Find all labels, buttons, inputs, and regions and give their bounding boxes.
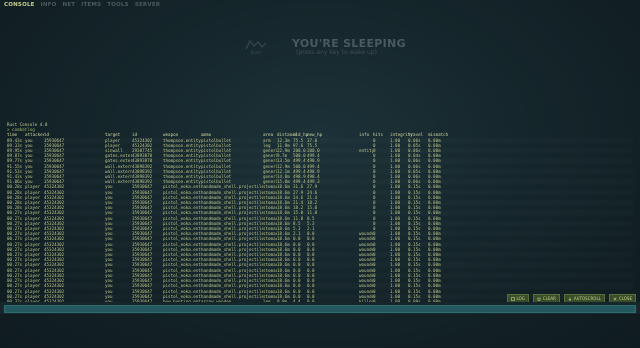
tab-items[interactable]: ITEMS bbox=[81, 2, 101, 8]
console-output[interactable]: Rust Console 4.0 > combatlog time attacke… bbox=[7, 122, 633, 304]
sleeping-overlay: Rust YOU'RE SLEEPING (press any key to w… bbox=[240, 36, 406, 58]
log-button-label: LOG bbox=[516, 296, 525, 301]
console-command-input[interactable] bbox=[4, 305, 636, 313]
autoscroll-button-label: AUTOSCROLL bbox=[573, 296, 601, 301]
tab-net[interactable]: NET bbox=[63, 2, 76, 8]
rust-logo: Rust bbox=[240, 40, 272, 56]
scroll-icon bbox=[568, 297, 572, 301]
clear-button-label: CLEAR bbox=[542, 296, 556, 301]
combatlog-rows: 89.43s you 35930647 player 45324302 thompson.… bbox=[7, 138, 633, 305]
log-icon bbox=[510, 296, 515, 301]
close-button-label: CLOSE bbox=[618, 296, 632, 301]
rust-logo-icon bbox=[245, 40, 267, 50]
tab-tools[interactable]: TOOLS bbox=[107, 2, 129, 8]
sleep-subtitle: (press any key to wake up) bbox=[296, 49, 378, 56]
tab-server[interactable]: SERVER bbox=[135, 2, 160, 8]
tab-info[interactable]: INFO bbox=[41, 2, 57, 8]
top-nav: CONSOLE INFO NET ITEMS TOOLS SERVER bbox=[4, 2, 160, 8]
trash-icon bbox=[537, 297, 541, 301]
tab-console[interactable]: CONSOLE bbox=[4, 2, 35, 8]
close-icon bbox=[613, 296, 617, 301]
rust-logo-text: Rust bbox=[250, 50, 262, 56]
